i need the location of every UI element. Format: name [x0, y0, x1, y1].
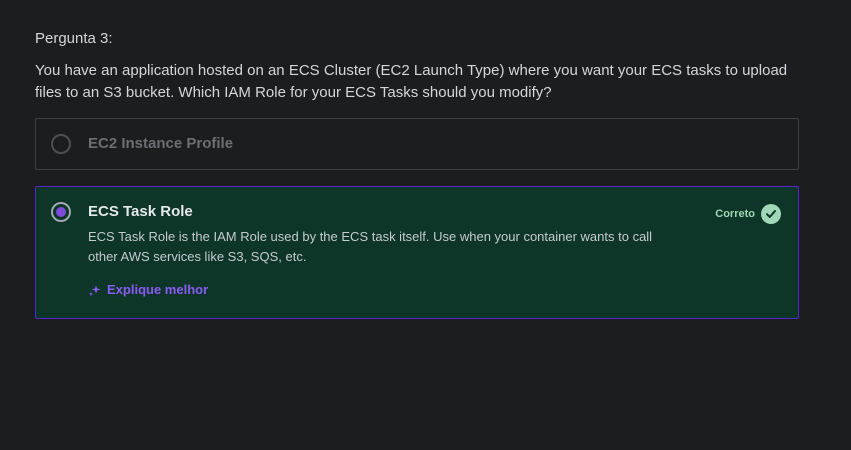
radio-button[interactable]: [51, 134, 71, 154]
answer-option-ec2-instance-profile[interactable]: EC2 Instance Profile: [35, 118, 799, 170]
radio-button-selected[interactable]: [51, 202, 71, 222]
answer-option-title: EC2 Instance Profile: [88, 135, 234, 152]
check-circle-icon: [761, 204, 781, 224]
question-text: You have an application hosted on an ECS…: [35, 62, 788, 101]
correct-badge: Correto: [715, 204, 781, 224]
radio-selected-dot: [56, 207, 66, 217]
answer-option-title: ECS Task Role: [88, 203, 193, 220]
answer-explanation: ECS Task Role is the IAM Role used by th…: [88, 229, 653, 264]
answer-option-ecs-task-role[interactable]: ECS Task Role ECS Task Role is the IAM R…: [35, 186, 799, 319]
correct-label: Correto: [715, 208, 755, 220]
explain-better-label: Explique melhor: [107, 282, 209, 297]
sparkle-icon: [89, 284, 101, 296]
question-number: Pergunta 3:: [35, 30, 113, 47]
explain-better-link[interactable]: Explique melhor: [88, 282, 208, 297]
